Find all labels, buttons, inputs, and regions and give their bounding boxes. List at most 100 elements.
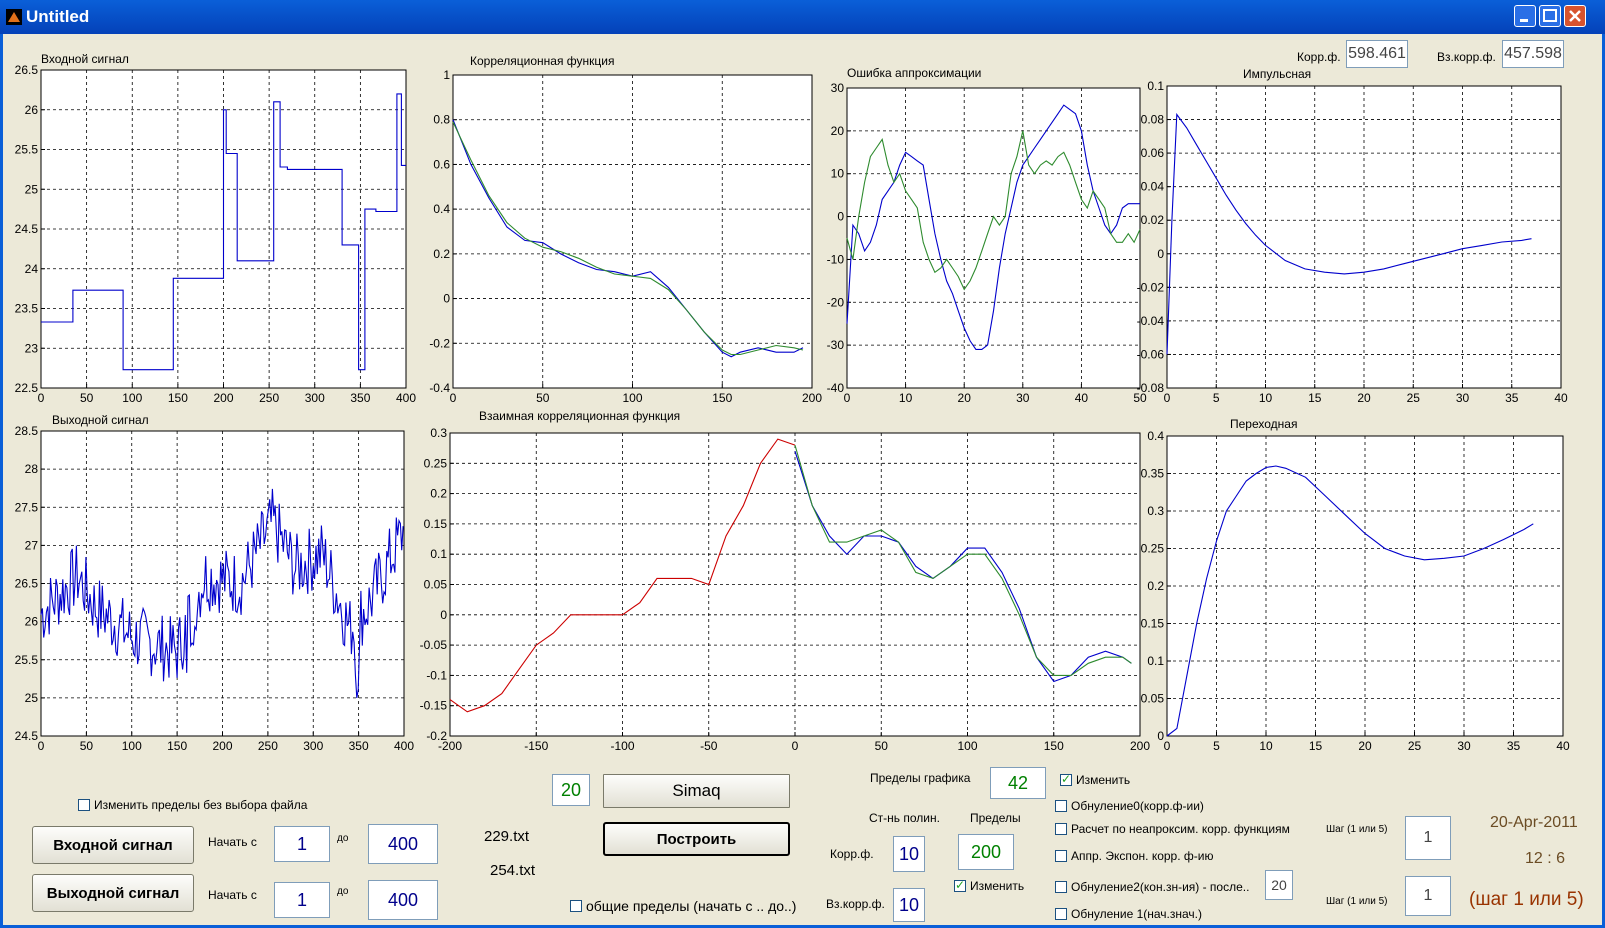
plot-title: Входной сигнал xyxy=(41,52,129,66)
y-tick-label: 0.3 xyxy=(1147,504,1164,518)
x-tick-label: 5 xyxy=(1213,739,1220,753)
change-limits-no-file-checkbox[interactable]: Изменить пределы без выбора файла xyxy=(78,798,307,812)
plot-title: Импульсная xyxy=(1243,67,1311,81)
y-tick-label: 0.1 xyxy=(1147,79,1164,93)
plot-title: Выходной сигнал xyxy=(52,413,149,427)
x-tick-label: 100 xyxy=(122,391,142,405)
x-tick-label: 200 xyxy=(212,739,232,753)
input-start-field[interactable]: 1 xyxy=(274,826,330,862)
y-tick-label: 25.5 xyxy=(15,653,39,667)
x-tick-label: 10 xyxy=(1259,391,1273,405)
x-tick-label: 40 xyxy=(1554,391,1568,405)
x-tick-label: 40 xyxy=(1556,739,1570,753)
step-label-1: Шаг (1 или 5) xyxy=(1326,824,1388,835)
x-tick-label: 25 xyxy=(1408,739,1422,753)
x-tick-label: 350 xyxy=(349,739,369,753)
x-tick-label: 250 xyxy=(258,739,278,753)
step-field-1[interactable]: 1 xyxy=(1405,816,1451,860)
input-end-field[interactable]: 400 xyxy=(368,824,438,864)
step-field-2[interactable]: 1 xyxy=(1405,876,1451,916)
checkbox-label: Обнуление 1(нач.знач.) xyxy=(1071,907,1202,921)
input-file-name: 229.txt xyxy=(484,828,530,845)
x-tick-label: 400 xyxy=(396,391,416,405)
y-tick-label: 23 xyxy=(25,341,39,355)
y-tick-label: 0.2 xyxy=(430,487,447,501)
x-tick-label: 350 xyxy=(350,391,370,405)
x-tick-label: 100 xyxy=(122,739,142,753)
checkbox-box xyxy=(1055,800,1067,812)
x-tick-label: 20 xyxy=(1358,739,1372,753)
y-tick-label: 0.25 xyxy=(424,456,448,470)
x-tick-label: 200 xyxy=(1130,739,1150,753)
x-tick-label: 15 xyxy=(1309,739,1323,753)
y-tick-label: 26 xyxy=(25,615,39,629)
plot-imp: 0 5 10 15 20 25 30 35 40 -0.08 -0.06 -0.04 -0.02 0 0.0… xyxy=(1137,67,1568,405)
step-hint-label: (шаг 1 или 5) xyxy=(1469,889,1584,910)
y-tick-label: 25 xyxy=(25,182,39,196)
y-tick-label: 0.05 xyxy=(1141,692,1165,706)
limits-field[interactable]: 200 xyxy=(958,834,1014,870)
y-tick-label: 20 xyxy=(831,124,845,138)
y-tick-label: 26.5 xyxy=(15,63,39,77)
y-tick-label: 27 xyxy=(25,538,39,552)
y-tick-label: -0.08 xyxy=(1137,381,1165,395)
x-tick-label: 400 xyxy=(394,739,414,753)
simaq-button[interactable]: Simaq xyxy=(603,774,790,808)
output-end-field[interactable]: 400 xyxy=(368,880,438,920)
approx-exp-checkbox[interactable]: Аппр. Экспон. корр. ф-ию xyxy=(1055,849,1213,863)
y-tick-label: 0.06 xyxy=(1141,146,1165,160)
y-tick-label: 26 xyxy=(25,103,39,117)
x-tick-label: -100 xyxy=(610,739,634,753)
y-tick-label: -0.04 xyxy=(1137,314,1165,328)
x-tick-label: -50 xyxy=(700,739,718,753)
input-signal-button[interactable]: Входной сигнал xyxy=(32,826,194,864)
zero2-field[interactable]: 20 xyxy=(1265,870,1293,900)
small-value-field[interactable]: 20 xyxy=(552,774,590,806)
korr-f-field[interactable]: 598.461 xyxy=(1346,40,1408,68)
checkbox-label: Аппр. Экспон. корр. ф-ию xyxy=(1071,849,1214,863)
y-tick-label: 25.5 xyxy=(15,143,39,157)
checkbox-label: Изменить xyxy=(970,879,1025,893)
x-tick-label: 35 xyxy=(1507,739,1521,753)
output-file-name: 254.txt xyxy=(490,862,536,879)
x-tick-label: 0 xyxy=(38,739,45,753)
zero1-checkbox[interactable]: Обнуление 1(нач.знач.) xyxy=(1055,907,1202,921)
y-tick-label: -10 xyxy=(827,252,845,266)
plot-title: Ошибка аппроксимации xyxy=(847,66,981,80)
zero2-checkbox[interactable]: Обнуление2(кон.зн-ия) - после.. xyxy=(1055,880,1249,894)
y-tick-label: 0.1 xyxy=(430,547,447,561)
vz-korr-f-field[interactable]: 457.598 xyxy=(1502,40,1564,68)
output-signal-button[interactable]: Выходной сигнал xyxy=(32,874,194,912)
x-tick-label: 0 xyxy=(844,391,851,405)
change-graph-limits-checkbox[interactable]: Изменить xyxy=(1060,772,1130,787)
x-tick-label: 250 xyxy=(259,391,279,405)
plot-title: Переходная xyxy=(1230,417,1297,431)
y-tick-label: 0.8 xyxy=(433,113,450,127)
y-tick-label: 0 xyxy=(440,608,447,622)
graph-limits-field[interactable]: 42 xyxy=(990,767,1046,799)
step-label-2: Шаг (1 или 5) xyxy=(1326,896,1388,907)
korr-f-poly-field[interactable]: 10 xyxy=(893,836,925,872)
y-tick-label: 0.6 xyxy=(433,157,450,171)
common-limits-checkbox[interactable]: общие пределы (начать с .. до..) xyxy=(570,898,796,914)
x-tick-label: 30 xyxy=(1457,739,1471,753)
x-tick-label: 50 xyxy=(875,739,889,753)
vz-korr-f-poly-field[interactable]: 10 xyxy=(893,888,925,922)
y-tick-label: 28.5 xyxy=(15,424,39,438)
build-button[interactable]: Построить xyxy=(603,822,790,856)
output-start-field[interactable]: 1 xyxy=(274,882,330,918)
y-tick-label: -0.06 xyxy=(1137,347,1165,361)
vz-korr-f-poly-label: Вз.корр.ф. xyxy=(826,897,885,911)
y-tick-label: 1 xyxy=(443,68,450,82)
x-tick-label: 300 xyxy=(305,391,325,405)
zero0-checkbox[interactable]: Обнуление0(корр.ф-ии) xyxy=(1055,799,1204,813)
calc-unapprox-checkbox[interactable]: Расчет по неапроксим. корр. функциям xyxy=(1055,822,1290,836)
change-limits-checkbox[interactable]: Изменить xyxy=(954,878,1025,893)
poly-degree-label: Ст-нь полин. xyxy=(869,811,940,825)
y-tick-label: 0.35 xyxy=(1141,467,1165,481)
y-tick-label: -20 xyxy=(827,295,845,309)
y-tick-label: -30 xyxy=(827,338,845,352)
x-tick-label: 50 xyxy=(80,739,94,753)
y-tick-label: -0.4 xyxy=(429,381,450,395)
limits-label: Пределы xyxy=(970,811,1021,825)
